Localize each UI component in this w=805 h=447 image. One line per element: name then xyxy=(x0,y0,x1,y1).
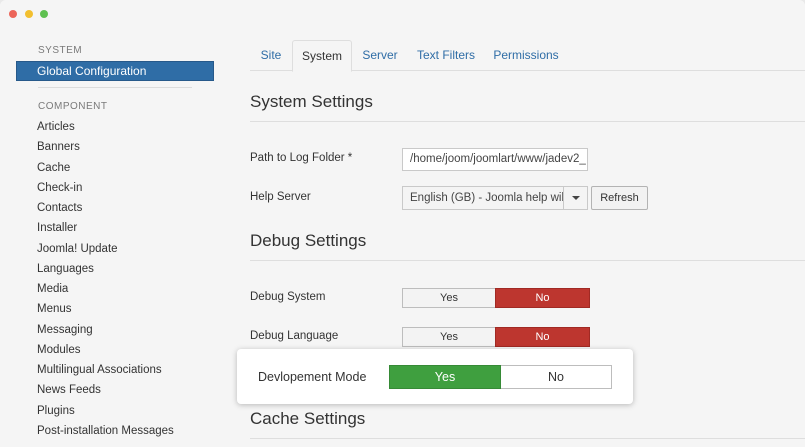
minimize-window-icon[interactable] xyxy=(25,10,33,18)
debug-system-no-button[interactable]: No xyxy=(495,288,590,308)
system-settings-title: System Settings xyxy=(250,92,805,122)
debug-language-label: Debug Language xyxy=(250,330,339,342)
debug-system-toggle: Yes No xyxy=(402,288,590,308)
log-path-label: Path to Log Folder * xyxy=(250,152,353,164)
sidebar-item-global-configuration[interactable]: Global Configuration xyxy=(16,61,214,81)
tab-server[interactable]: Server xyxy=(354,40,406,71)
sidebar-item-languages[interactable]: Languages xyxy=(37,262,174,282)
sidebar-item-installer[interactable]: Installer xyxy=(37,221,174,241)
help-server-label: Help Server xyxy=(250,191,311,203)
debug-settings-title: Debug Settings xyxy=(250,231,805,261)
sidebar-item-contacts[interactable]: Contacts xyxy=(37,201,174,221)
debug-language-toggle: Yes No xyxy=(402,327,590,347)
app-window: SYSTEM Global Configuration COMPONENT Ar… xyxy=(0,0,805,447)
development-mode-no-button[interactable]: No xyxy=(501,365,612,389)
development-mode-toggle: Yes No xyxy=(389,365,612,389)
sidebar-item-messaging[interactable]: Messaging xyxy=(37,323,174,343)
development-mode-callout: Devlopement Mode Yes No xyxy=(237,349,633,404)
cache-settings-title: Cache Settings xyxy=(250,409,805,439)
tab-text-filters[interactable]: Text Filters xyxy=(410,40,482,71)
sidebar-item-joomla-update[interactable]: Joomla! Update xyxy=(37,242,174,262)
help-server-select[interactable]: English (GB) - Joomla help wiki xyxy=(402,186,588,210)
development-mode-yes-button[interactable]: Yes xyxy=(389,365,501,389)
title-bar xyxy=(0,0,805,30)
sidebar-item-menus[interactable]: Menus xyxy=(37,302,174,322)
sidebar-item-plugins[interactable]: Plugins xyxy=(37,404,174,424)
help-server-value: English (GB) - Joomla help wiki xyxy=(410,192,570,204)
tab-bar: Site System Server Text Filters Permissi… xyxy=(250,40,805,72)
sidebar-item-banners[interactable]: Banners xyxy=(37,140,174,160)
sidebar-item-articles[interactable]: Articles xyxy=(37,120,174,140)
debug-language-no-button[interactable]: No xyxy=(495,327,590,347)
sidebar-divider xyxy=(38,87,192,88)
sidebar-item-media[interactable]: Media xyxy=(37,282,174,302)
debug-system-label: Debug System xyxy=(250,291,326,303)
sidebar-item-multilingual-associations[interactable]: Multilingual Associations xyxy=(37,363,174,383)
maximize-window-icon[interactable] xyxy=(40,10,48,18)
sidebar: SYSTEM Global Configuration COMPONENT Ar… xyxy=(0,30,228,447)
debug-language-yes-button[interactable]: Yes xyxy=(402,327,495,347)
sidebar-item-check-in[interactable]: Check-in xyxy=(37,181,174,201)
sidebar-heading-component: COMPONENT xyxy=(38,101,108,112)
tab-system[interactable]: System xyxy=(292,40,352,72)
refresh-button[interactable]: Refresh xyxy=(591,186,648,210)
tab-site[interactable]: Site xyxy=(250,40,292,71)
sidebar-item-modules[interactable]: Modules xyxy=(37,343,174,363)
debug-system-yes-button[interactable]: Yes xyxy=(402,288,495,308)
tab-permissions[interactable]: Permissions xyxy=(486,40,566,71)
sidebar-item-news-feeds[interactable]: News Feeds xyxy=(37,383,174,403)
development-mode-label: Devlopement Mode xyxy=(258,370,367,384)
sidebar-component-list: Articles Banners Cache Check-in Contacts… xyxy=(37,120,174,444)
sidebar-item-post-installation-messages[interactable]: Post-installation Messages xyxy=(37,424,174,444)
sidebar-heading-system: SYSTEM xyxy=(38,45,83,56)
close-window-icon[interactable] xyxy=(9,10,17,18)
sidebar-item-cache[interactable]: Cache xyxy=(37,161,174,181)
chevron-down-icon[interactable] xyxy=(563,187,587,209)
log-path-input[interactable]: /home/joom/joomlart/www/jadev2_ xyxy=(402,148,588,171)
